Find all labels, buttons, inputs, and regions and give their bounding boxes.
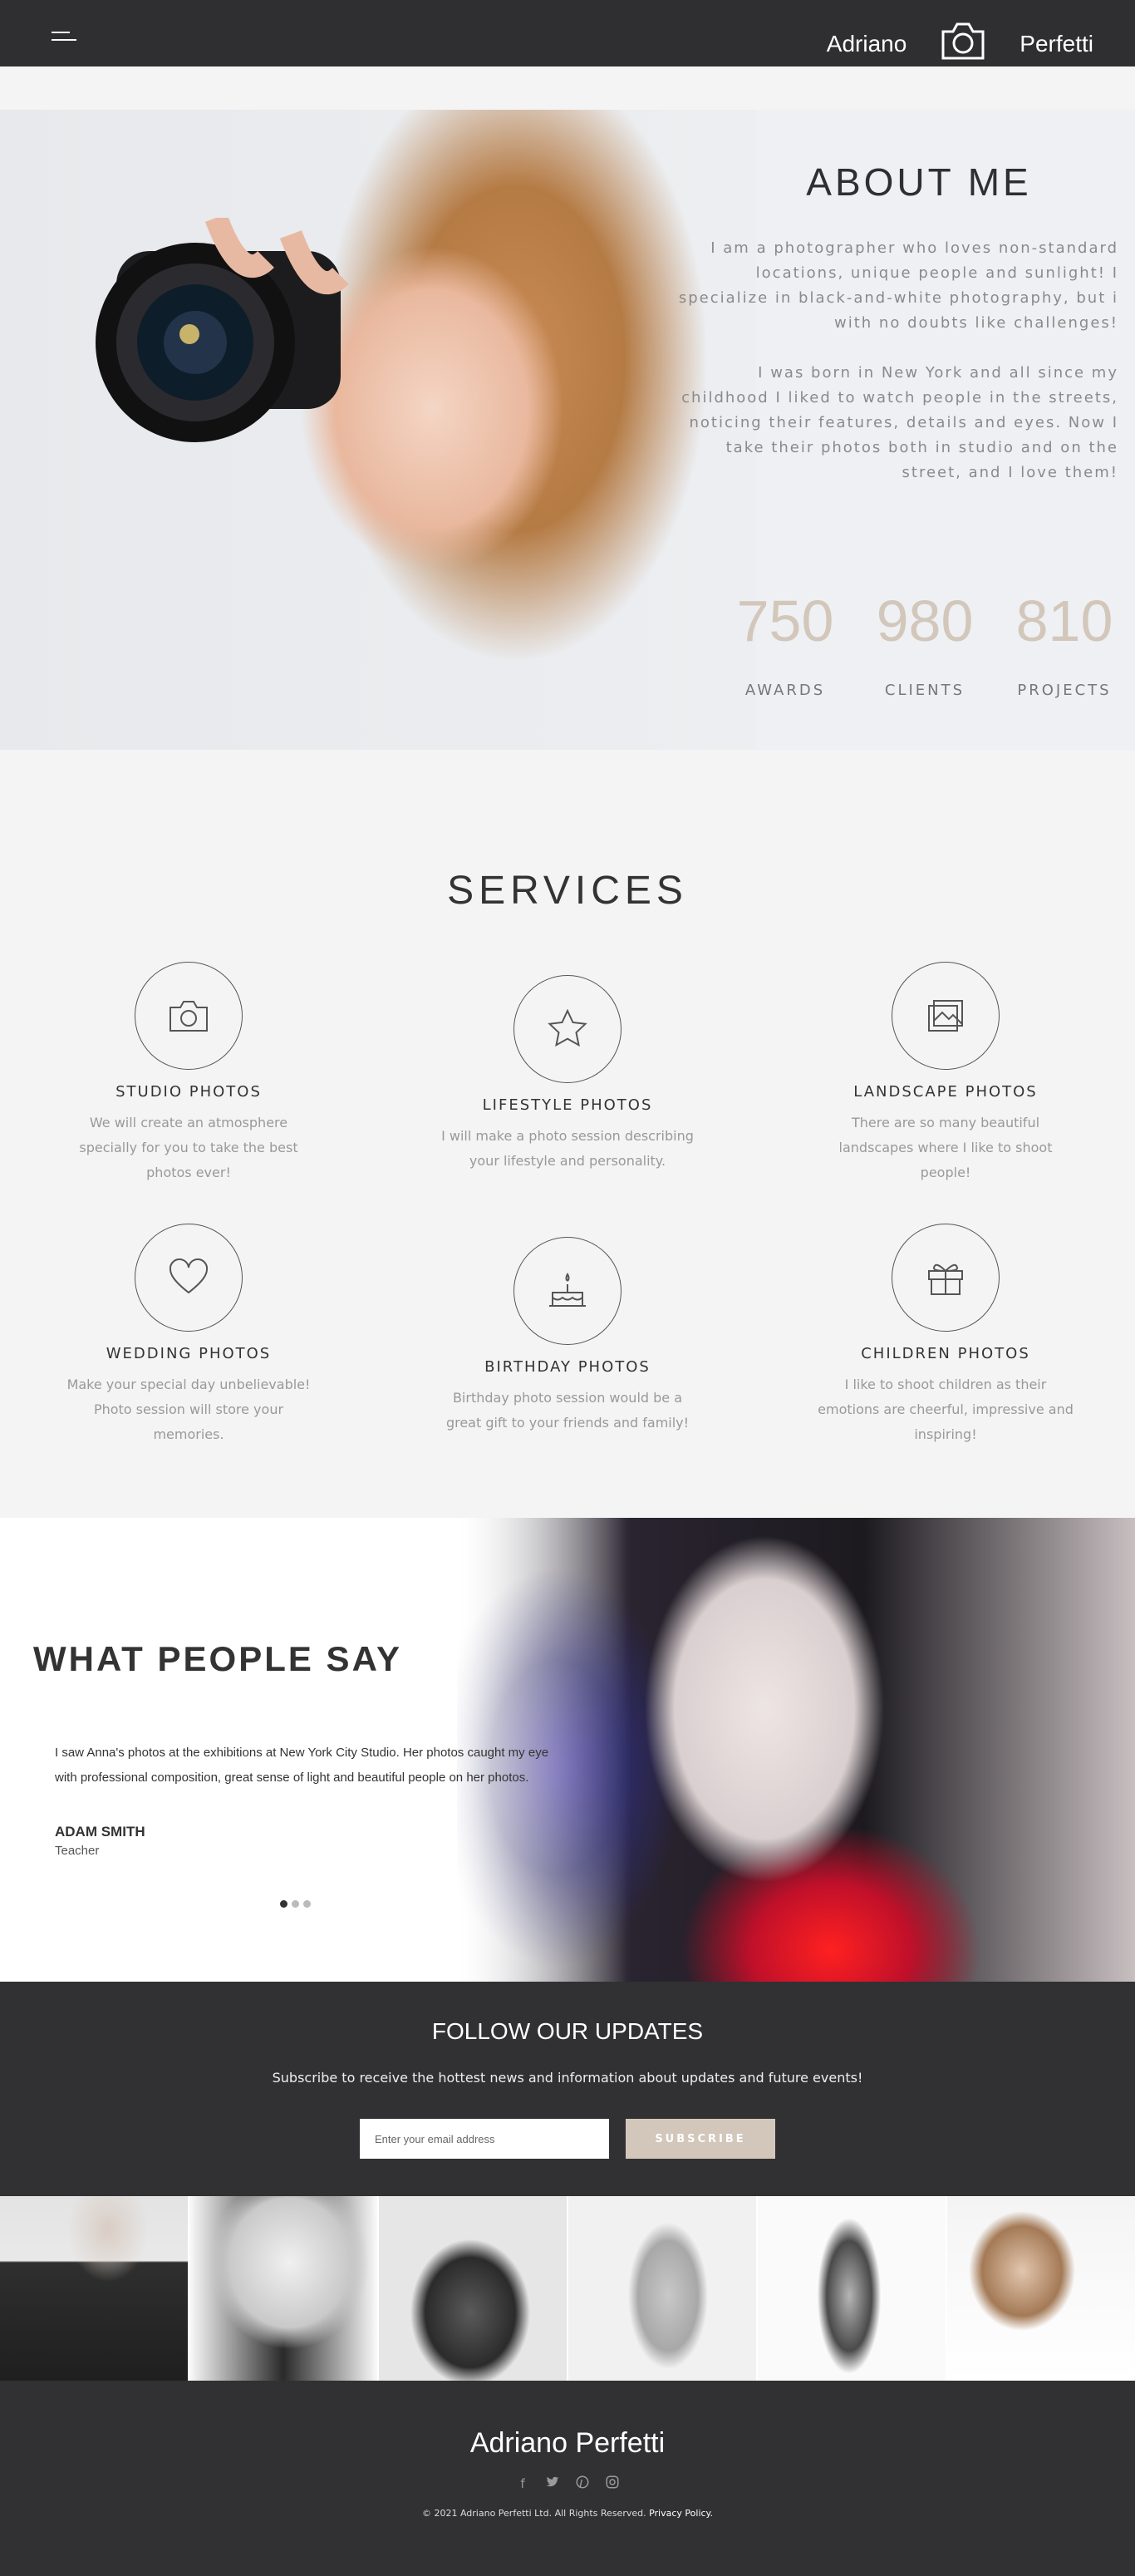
site-footer: Adriano Perfetti f © 2021 Adriano Perfet… — [0, 2381, 1135, 2576]
about-title: ABOUT ME — [806, 160, 1032, 204]
slider-dot[interactable] — [292, 1900, 299, 1908]
service-landscape[interactable]: LANDSCAPE PHOTOS There are so many beaut… — [817, 962, 1074, 1185]
service-title: CHILDREN PHOTOS — [861, 1345, 1030, 1362]
about-paragraph: I am a photographer who loves non-standa… — [678, 239, 1118, 332]
subscribe-title: FOLLOW OUR UPDATES — [431, 2018, 704, 2044]
stat-value: 980 — [876, 589, 974, 653]
gallery-image[interactable] — [0, 2196, 189, 2381]
service-text: Birthday photo session would be a great … — [445, 1390, 690, 1431]
stat-label: CLIENTS — [884, 682, 965, 699]
service-text: I like to shoot children as their emotio… — [818, 1377, 1074, 1442]
testimonial-role: Teacher — [55, 1844, 100, 1858]
service-lifestyle[interactable]: LIFESTYLE PHOTOS I will make a photo ses… — [439, 975, 696, 1174]
stat-clients: 980 CLIENTS — [871, 592, 979, 699]
testimonials-section: WHAT PEOPLE SAY I saw Anna's photos at t… — [0, 1518, 1135, 1982]
service-title: LANDSCAPE PHOTOS — [853, 1083, 1038, 1101]
service-text: We will create an atmosphere specially f… — [79, 1115, 298, 1180]
service-title: BIRTHDAY PHOTOS — [484, 1358, 651, 1376]
testimonial-author: ADAM SMITH — [55, 1824, 145, 1840]
services-section: SERVICES STUDIO PHOTOS We will create an… — [0, 815, 1135, 1518]
stats: 750 AWARDS 980 CLIENTS 810 PROJECTS — [731, 592, 1118, 699]
hamburger-menu-icon[interactable] — [52, 32, 80, 50]
facebook-icon[interactable]: f — [513, 2475, 532, 2493]
stat-awards: 750 AWARDS — [731, 592, 839, 699]
service-title: LIFESTYLE PHOTOS — [482, 1096, 653, 1114]
pinterest-icon[interactable] — [573, 2475, 592, 2493]
service-children[interactable]: CHILDREN PHOTOS I like to shoot children… — [817, 1224, 1074, 1447]
services-grid: STUDIO PHOTOS We will create an atmosphe… — [0, 914, 1135, 1495]
service-birthday[interactable]: BIRTHDAY PHOTOS Birthday photo session w… — [439, 1237, 696, 1436]
social-links: f — [0, 2475, 1135, 2493]
gift-icon — [892, 1224, 1000, 1332]
about-section: ABOUT ME I am a photographer who loves n… — [0, 110, 1135, 750]
site-header: Adriano Perfetti — [0, 0, 1135, 66]
about-text: I am a photographer who loves non-standa… — [670, 236, 1118, 485]
heart-icon — [135, 1224, 243, 1332]
brand-last-name: Perfetti — [1020, 30, 1093, 57]
gallery-image[interactable] — [758, 2196, 947, 2381]
gallery — [0, 2196, 1135, 2381]
service-text: Make your special day unbelievable! Phot… — [66, 1377, 311, 1442]
brand[interactable]: Adriano Perfetti — [827, 20, 1093, 67]
brand-first-name: Adriano — [826, 30, 907, 57]
about-paragraph: I was born in New York and all since my … — [681, 364, 1118, 481]
stat-label: AWARDS — [744, 682, 826, 699]
camera-icon — [940, 20, 986, 67]
copyright: © 2021 Adriano Perfetti Ltd. All Rights … — [0, 2508, 1135, 2519]
service-title: WEDDING PHOTOS — [106, 1345, 272, 1362]
cake-icon — [513, 1237, 622, 1345]
stat-value: 750 — [736, 589, 834, 653]
copyright-text: © 2021 Adriano Perfetti Ltd. All Rights … — [421, 2508, 646, 2519]
gallery-image[interactable] — [947, 2196, 1135, 2381]
testimonials-title: WHAT PEOPLE SAY — [33, 1639, 403, 1678]
stat-projects: 810 PROJECTS — [1010, 592, 1118, 699]
stat-value: 810 — [1015, 589, 1113, 653]
subscribe-section: FOLLOW OUR UPDATES Subscribe to receive … — [0, 1982, 1135, 2196]
service-wedding[interactable]: WEDDING PHOTOS Make your special day unb… — [60, 1224, 317, 1447]
email-field[interactable] — [360, 2119, 609, 2159]
twitter-icon[interactable] — [543, 2475, 562, 2493]
star-icon — [513, 975, 622, 1083]
subscribe-text: Subscribe to receive the hottest news an… — [272, 2070, 863, 2086]
photos-icon — [892, 962, 1000, 1070]
about-content: ABOUT ME I am a photographer who loves n… — [670, 160, 1118, 485]
service-title: STUDIO PHOTOS — [115, 1083, 262, 1101]
subscribe-button[interactable]: SUBSCRIBE — [626, 2119, 775, 2159]
gallery-image[interactable] — [568, 2196, 758, 2381]
camera-icon — [135, 962, 243, 1070]
footer-brand[interactable]: Adriano Perfetti — [0, 2427, 1135, 2460]
slider-dot[interactable] — [303, 1900, 311, 1908]
privacy-policy-link[interactable]: Privacy Policy. — [649, 2508, 713, 2519]
service-text: There are so many beautiful landscapes w… — [838, 1115, 1053, 1180]
photographer-camera-illustration — [96, 218, 349, 442]
stat-label: PROJECTS — [1017, 682, 1112, 699]
service-studio[interactable]: STUDIO PHOTOS We will create an atmosphe… — [60, 962, 317, 1185]
service-text: I will make a photo session describing y… — [441, 1128, 694, 1169]
services-title: SERVICES — [447, 869, 688, 913]
about-photo — [0, 110, 756, 750]
gallery-image[interactable] — [379, 2196, 568, 2381]
instagram-icon[interactable] — [603, 2475, 622, 2493]
subscribe-form: SUBSCRIBE — [0, 2119, 1135, 2159]
testimonial-quote: I saw Anna's photos at the exhibitions a… — [55, 1746, 549, 1785]
slider-dot[interactable] — [280, 1900, 287, 1908]
gallery-image[interactable] — [189, 2196, 379, 2381]
slider-dots — [280, 1900, 311, 1908]
